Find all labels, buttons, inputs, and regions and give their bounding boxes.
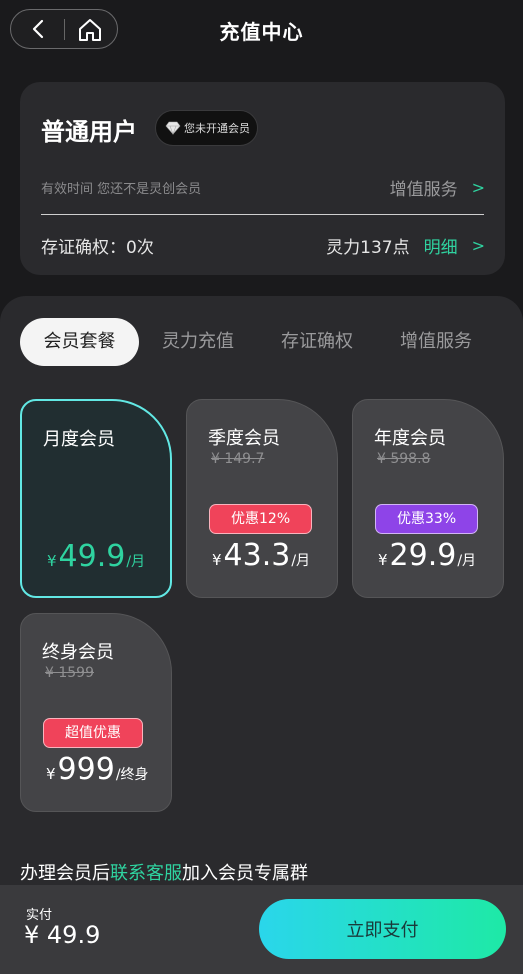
contact-suffix: 加入会员专属群 <box>182 863 308 884</box>
currency-symbol: ¥ <box>212 551 222 569</box>
price-unit: /终身 <box>115 767 149 783</box>
plan-name: 年度会员 <box>374 428 446 449</box>
plan-price: ¥ 49.9 /月 <box>47 539 145 574</box>
tab-points-recharge[interactable]: 灵力充值 <box>148 318 248 366</box>
currency-symbol: ¥ <box>378 551 388 569</box>
currency-symbol: ¥ <box>47 552 57 570</box>
vas-link-label: 增值服务 <box>389 180 458 200</box>
points-balance: 灵力137点 <box>326 238 410 258</box>
tab-value-added[interactable]: 增值服务 <box>386 318 486 366</box>
points-row: 灵力137点 明细 > <box>326 233 485 258</box>
plan-price: ¥ 999 /终身 <box>46 752 149 787</box>
price-amount: 49.9 <box>58 539 126 574</box>
tab-bar: 会员套餐 灵力充值 存证确权 增值服务 <box>20 318 523 366</box>
page-title: 充值中心 <box>219 20 304 44</box>
currency-symbol: ¥ <box>46 765 56 783</box>
points-detail-link[interactable]: 明细 <box>424 233 458 258</box>
plan-card-yearly[interactable]: 年度会员 ¥ 598.8 优惠33% ¥ 29.9 /月 <box>352 399 504 598</box>
original-price: ¥ 598.8 <box>377 451 431 467</box>
plan-name: 季度会员 <box>208 428 280 449</box>
plan-price: ¥ 43.3 /月 <box>212 538 310 573</box>
value-added-services-link[interactable]: 增值服务 > <box>390 175 485 200</box>
original-price: ¥ 1599 <box>45 665 94 681</box>
vip-status-badge[interactable]: 您未开通会员 <box>155 110 258 146</box>
contact-support-link[interactable]: 联系客服 <box>110 863 182 884</box>
user-level: 普通用户 <box>41 118 137 146</box>
divider <box>41 214 484 215</box>
contact-note: 办理会员后联系客服加入会员专属群 <box>20 859 308 885</box>
price-unit: /月 <box>457 553 477 569</box>
certification-count: 存证确权：0次 <box>41 238 154 258</box>
contact-prefix: 办理会员后 <box>20 863 110 884</box>
plan-name: 月度会员 <box>43 429 115 450</box>
price-unit: /月 <box>291 553 311 569</box>
discount-badge: 优惠12% <box>209 504 313 534</box>
discount-badge: 超值优惠 <box>43 718 143 748</box>
vip-badge-label: 您未开通会员 <box>184 122 250 135</box>
membership-validity: 有效时间 您还不是灵创会员 <box>41 182 202 197</box>
pay-now-button[interactable]: 立即支付 <box>259 899 506 959</box>
plan-price: ¥ 29.9 /月 <box>378 538 476 573</box>
tab-certification[interactable]: 存证确权 <box>267 318 367 366</box>
user-card: 普通用户 您未开通会员 有效时间 您还不是灵创会员 增值服务 > 存证确权：0次… <box>20 82 505 275</box>
diamond-icon <box>165 121 181 135</box>
plan-name: 终身会员 <box>42 642 114 663</box>
tab-membership-plans[interactable]: 会员套餐 <box>20 318 139 366</box>
chevron-right-icon: > <box>471 178 485 197</box>
plan-card-quarterly[interactable]: 季度会员 ¥ 149.7 优惠12% ¥ 43.3 /月 <box>186 399 338 598</box>
discount-badge: 优惠33% <box>375 504 479 534</box>
price-amount: 29.9 <box>389 538 457 573</box>
plan-card-monthly[interactable]: 月度会员 ¥ 49.9 /月 <box>20 399 172 598</box>
original-price: ¥ 149.7 <box>211 451 265 467</box>
price-amount: 999 <box>57 752 115 787</box>
plan-card-lifetime[interactable]: 终身会员 ¥ 1599 超值优惠 ¥ 999 /终身 <box>20 613 172 812</box>
chevron-right-icon: > <box>471 236 485 255</box>
price-amount: 43.3 <box>223 538 291 573</box>
membership-panel: 会员套餐 灵力充值 存证确权 增值服务 月度会员 ¥ 49.9 /月 季度会员 … <box>0 296 523 974</box>
payment-bar: 实付 ¥ 49.9 立即支付 <box>0 885 523 974</box>
header: 充值中心 <box>0 0 523 62</box>
price-unit: /月 <box>126 554 146 570</box>
payment-amount: ¥ 49.9 <box>24 921 101 949</box>
